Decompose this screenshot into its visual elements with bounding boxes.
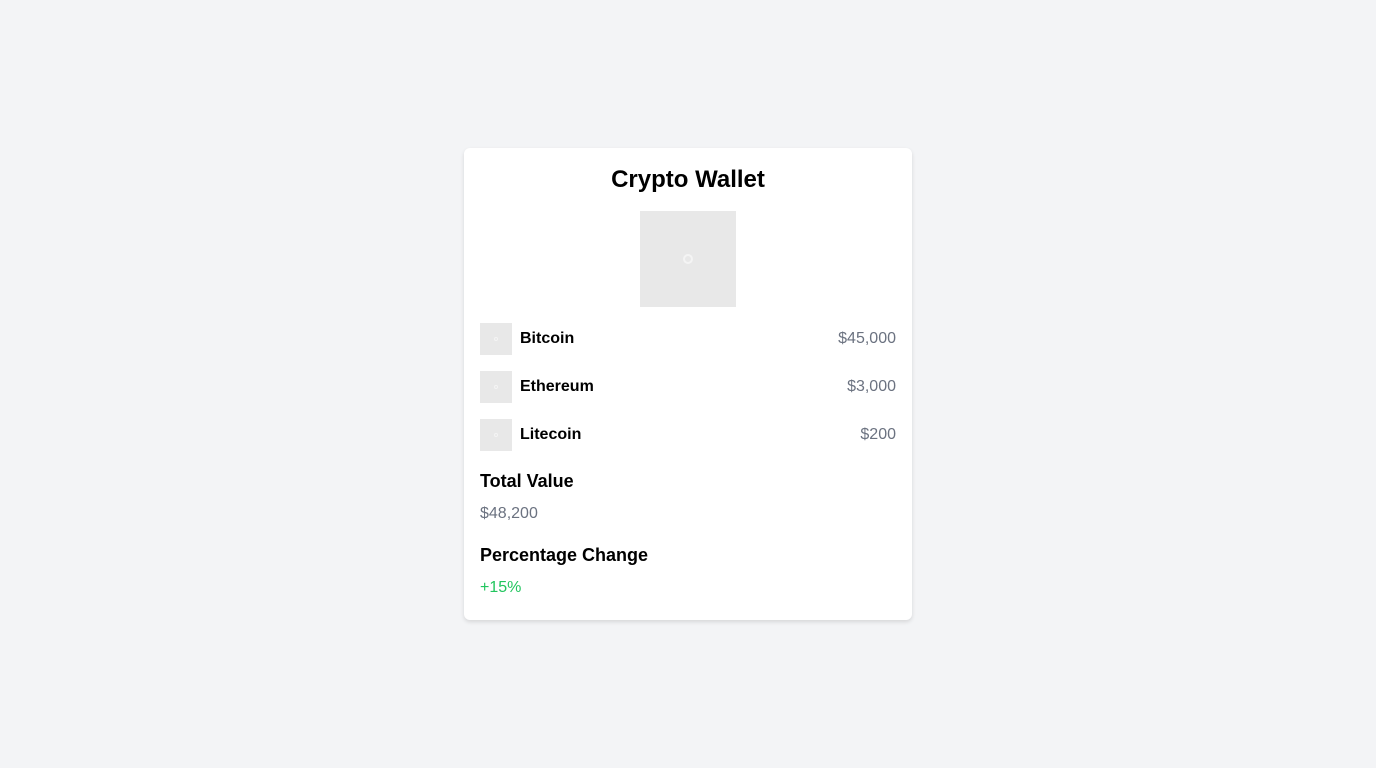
coin-price: $45,000 — [838, 330, 896, 347]
wallet-image — [640, 211, 736, 307]
coin-image — [480, 419, 512, 451]
total-label: Total Value — [480, 471, 574, 491]
coin-row: Litecoin $200 — [480, 419, 896, 451]
page-title: Crypto Wallet — [611, 166, 765, 193]
coin-image — [480, 371, 512, 403]
change-label: Percentage Change — [480, 545, 649, 565]
coin-price: $200 — [860, 426, 896, 443]
coin-row: Bitcoin $45,000 — [480, 323, 896, 355]
coin-image — [480, 323, 512, 355]
coin-row: Ethereum $3,000 — [480, 371, 896, 403]
total-value: $48,200 — [480, 505, 538, 522]
coin-name: Bitcoin — [520, 330, 575, 347]
coin-name: Litecoin — [520, 426, 582, 443]
coin-price: $3,000 — [847, 378, 896, 395]
wallet-card: Crypto Wallet Bitcoin $45,000 Ethereum $3,… — [464, 148, 912, 620]
change-value: +15% — [480, 579, 522, 596]
coin-name: Ethereum — [520, 378, 594, 395]
